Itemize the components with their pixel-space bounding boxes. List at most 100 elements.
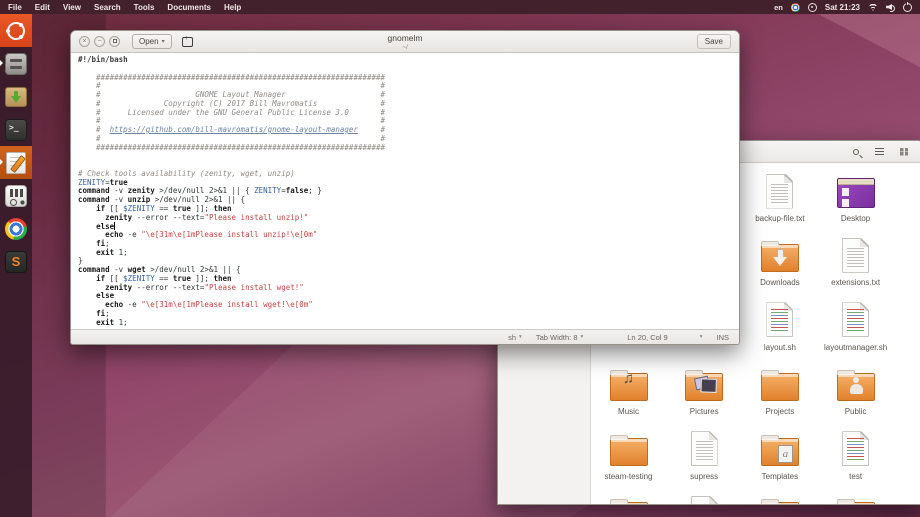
code-line: # Check tools availability (zenity, wget… — [78, 170, 739, 179]
file-label: Pictures — [667, 407, 742, 416]
file-item[interactable] — [591, 491, 666, 505]
script-file-icon — [842, 302, 869, 337]
maximize-icon[interactable] — [109, 36, 120, 47]
file-item-test[interactable]: test — [818, 427, 893, 491]
folder-icon — [610, 502, 648, 505]
folder-templates-icon: a — [761, 438, 799, 466]
sublime-launcher[interactable]: S — [0, 245, 32, 278]
grid-view-icon[interactable] — [900, 148, 908, 156]
file-item-Music[interactable]: ♫ Music — [591, 362, 666, 426]
file-label: extensions.txt — [818, 278, 893, 287]
session-gear-icon[interactable] — [808, 3, 817, 12]
menu-view[interactable]: View — [63, 3, 81, 12]
keyboard-indicator[interactable]: en — [774, 3, 783, 12]
gedit-statusbar: sh▾ Tab Width: 8▾ Ln 20, Col 9 ▾ INS — [71, 329, 739, 344]
gedit-launcher[interactable] — [0, 146, 32, 179]
folder-templates-emblem-icon: a — [778, 445, 793, 463]
folder-icon — [837, 502, 875, 505]
menu-file[interactable]: File — [8, 3, 22, 12]
menu-documents[interactable]: Documents — [167, 3, 211, 12]
new-document-icon[interactable] — [182, 37, 193, 47]
running-indicator-arrow — [0, 159, 3, 165]
code-editor-area[interactable]: #!/bin/bash ############################… — [71, 53, 739, 329]
file-label: Projects — [742, 407, 817, 416]
window-subtitle: ~/ — [388, 44, 423, 51]
file-item-Pictures[interactable]: Pictures — [667, 362, 742, 426]
file-item-backup-file.txt[interactable]: backup-file.txt — [742, 169, 817, 233]
folder-videos-icon — [761, 502, 799, 505]
terminal-launcher[interactable]: >_ — [0, 113, 32, 146]
network-icon[interactable] — [868, 3, 878, 11]
clock-indicator[interactable]: Sat 21:23 — [825, 3, 860, 12]
code-line: fi; — [78, 310, 739, 319]
search-icon[interactable] — [853, 149, 859, 155]
chrome-launcher[interactable] — [0, 212, 32, 245]
file-item-steam-testing[interactable]: steam-testing — [591, 427, 666, 491]
tweak-icon — [5, 185, 27, 207]
text-file-icon — [842, 238, 869, 273]
file-item-Projects[interactable]: Projects — [742, 362, 817, 426]
file-item-Templates[interactable]: aTemplates — [742, 427, 817, 491]
power-icon[interactable] — [903, 3, 912, 12]
file-item[interactable] — [667, 491, 742, 505]
folder-download-emblem-icon — [773, 249, 787, 267]
file-item-Public[interactable]: Public — [818, 362, 893, 426]
code-line — [78, 152, 739, 161]
list-view-icon[interactable] — [875, 148, 884, 156]
folder-download-icon — [761, 244, 799, 272]
code-line: ########################################… — [78, 144, 739, 153]
language-selector[interactable]: sh▾ — [508, 333, 522, 342]
tab-width-selector[interactable]: Tab Width: 8▾ — [536, 333, 583, 342]
file-item-Desktop[interactable]: Desktop — [818, 169, 893, 233]
folder-public-icon — [837, 373, 875, 401]
file-label: Downloads — [742, 278, 817, 287]
menu-search[interactable]: Search — [94, 3, 121, 12]
ubuntu-bfb-button[interactable] — [0, 14, 32, 47]
software-updater-launcher[interactable] — [0, 80, 32, 113]
cursor-position: Ln 20, Col 9 — [627, 333, 667, 342]
minimize-icon[interactable]: − — [94, 36, 105, 47]
code-line: exit 1; — [78, 319, 739, 328]
script-file-icon — [766, 302, 793, 337]
code-line: #!/bin/bash — [78, 56, 739, 65]
chevron-down-icon[interactable]: ▾ — [700, 334, 703, 340]
chrome-indicator-icon[interactable] — [791, 3, 800, 12]
code-line: echo -e "\e[31m\e[1mPlease install wget!… — [78, 301, 739, 310]
cabinet-icon — [5, 53, 27, 75]
file-label: backup-file.txt — [742, 214, 817, 223]
text-file-icon — [691, 431, 718, 466]
file-item[interactable] — [818, 491, 893, 505]
close-icon[interactable]: × — [79, 36, 90, 47]
global-menu: File Edit View Search Tools Documents Help — [0, 3, 241, 12]
files-launcher[interactable] — [0, 47, 32, 80]
folder-music-icon: ♫ — [610, 373, 648, 401]
file-label: Desktop — [818, 214, 893, 223]
script-file-icon — [842, 431, 869, 466]
volume-icon[interactable] — [886, 3, 895, 12]
file-item-supress[interactable]: supress — [667, 427, 742, 491]
gedit-window[interactable]: × − Open ▾ gnomelm ~/ Save #!/bin/bash #… — [70, 30, 740, 345]
folder-public-emblem-icon — [850, 377, 863, 395]
tweak-tool-launcher[interactable] — [0, 179, 32, 212]
file-item[interactable] — [742, 491, 817, 505]
menu-help[interactable]: Help — [224, 3, 241, 12]
menu-edit[interactable]: Edit — [35, 3, 50, 12]
folder-pictures-icon — [685, 373, 723, 401]
open-button[interactable]: Open ▾ — [132, 34, 172, 49]
save-button[interactable]: Save — [697, 34, 731, 49]
menu-tools[interactable]: Tools — [134, 3, 155, 12]
folder-music-emblem-icon: ♫ — [611, 370, 647, 387]
file-item-layoutmanager.sh[interactable]: layoutmanager.sh — [818, 298, 893, 362]
window-title-box: gnomelm ~/ — [388, 33, 423, 51]
text-file-icon — [691, 496, 718, 506]
file-item-Downloads[interactable]: Downloads — [742, 233, 817, 297]
file-label: Music — [591, 407, 666, 416]
file-item-extensions.txt[interactable]: extensions.txt — [818, 233, 893, 297]
folder-icon — [761, 373, 799, 401]
folder-pictures-emblem-icon — [694, 376, 710, 391]
file-item-layout.sh[interactable]: layout.sh — [742, 298, 817, 362]
ubuntu-icon — [7, 22, 25, 40]
gedit-headerbar: × − Open ▾ gnomelm ~/ Save — [71, 31, 739, 53]
code-line: exit 1; — [78, 249, 739, 258]
running-indicator-arrow — [0, 60, 3, 66]
